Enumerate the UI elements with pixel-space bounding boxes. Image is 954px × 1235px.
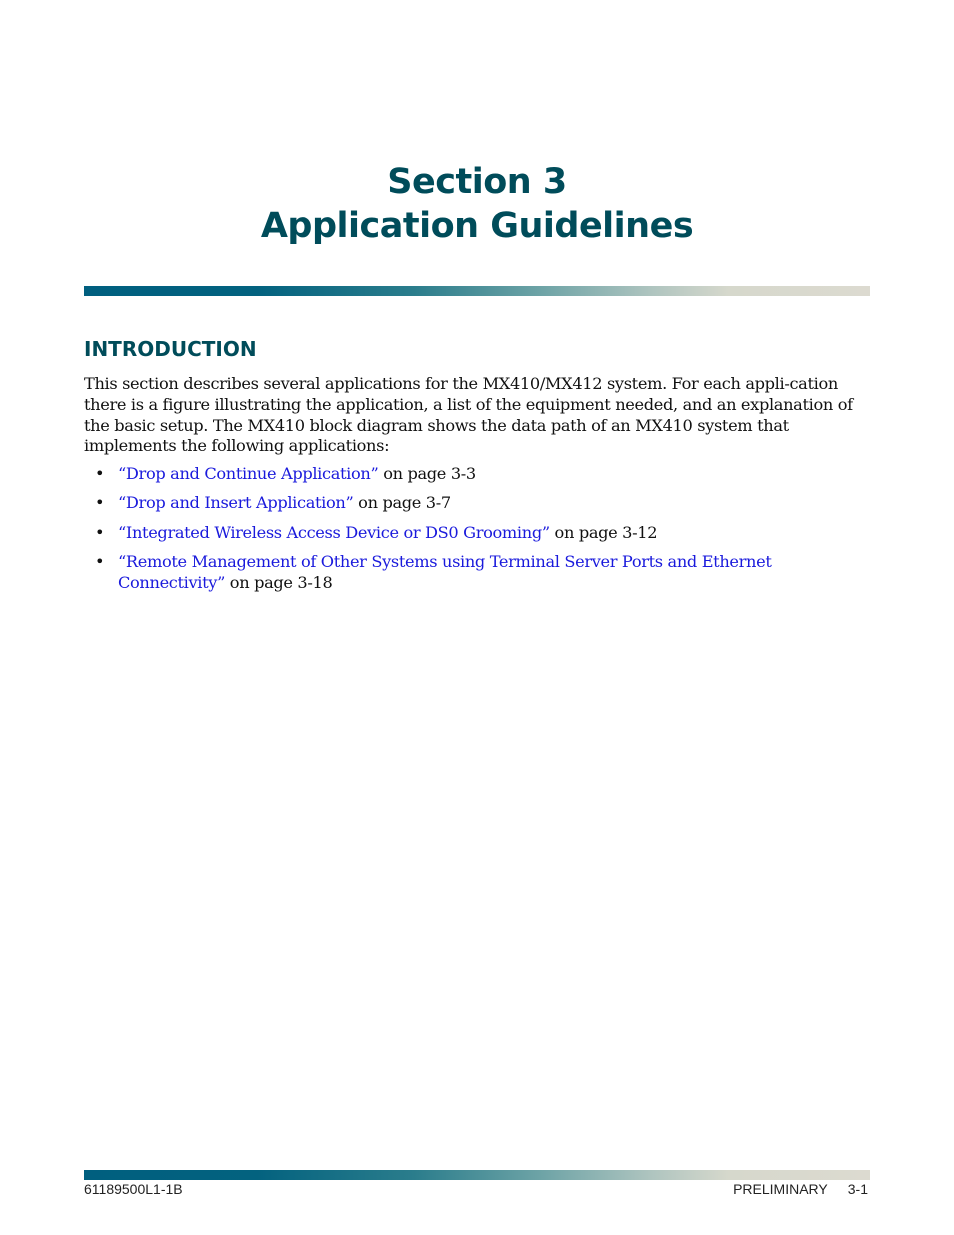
header-gradient-rule	[84, 286, 870, 296]
page-reference: on page 3-18	[225, 572, 333, 592]
introduction-paragraph: This section describes several applicati…	[84, 374, 853, 456]
list-item: • “Remote Management of Other Systems us…	[84, 552, 874, 594]
link-drop-and-insert[interactable]: “Drop and Insert Application”	[118, 493, 354, 512]
footer-status-page: PRELIMINARY 3-1	[733, 1181, 868, 1197]
bullet-icon: •	[95, 522, 105, 542]
page-reference: on page 3-7	[353, 493, 451, 513]
section-number-title: Section 3	[387, 162, 567, 202]
list-item: • “Drop and Continue Application” on pag…	[84, 464, 874, 485]
section-title: Section 3 Application Guidelines	[0, 160, 954, 248]
bullet-icon: •	[95, 552, 105, 572]
footer-status: PRELIMINARY	[733, 1181, 828, 1197]
page-reference: on page 3-12	[549, 522, 658, 542]
footer-page-number: 3-1	[847, 1181, 868, 1197]
section-name-title: Application Guidelines	[260, 206, 694, 246]
footer-gradient-rule	[84, 1170, 870, 1180]
page-reference: on page 3-3	[378, 464, 476, 483]
footer-doc-number: 61189500L1-1B	[84, 1181, 183, 1197]
list-item: • “Drop and Insert Application” on page …	[84, 493, 874, 514]
introduction-heading: INTRODUCTION	[84, 337, 257, 361]
applications-list: • “Drop and Continue Application” on pag…	[84, 464, 874, 602]
bullet-icon: •	[95, 464, 105, 483]
bullet-icon: •	[95, 493, 105, 513]
link-integrated-wireless[interactable]: “Integrated Wireless Access Device or DS…	[118, 523, 550, 542]
link-drop-and-continue[interactable]: “Drop and Continue Application”	[118, 464, 379, 483]
list-item: • “Integrated Wireless Access Device or …	[84, 523, 874, 544]
link-remote-management[interactable]: “Remote Management of Other Systems usin…	[118, 552, 772, 592]
